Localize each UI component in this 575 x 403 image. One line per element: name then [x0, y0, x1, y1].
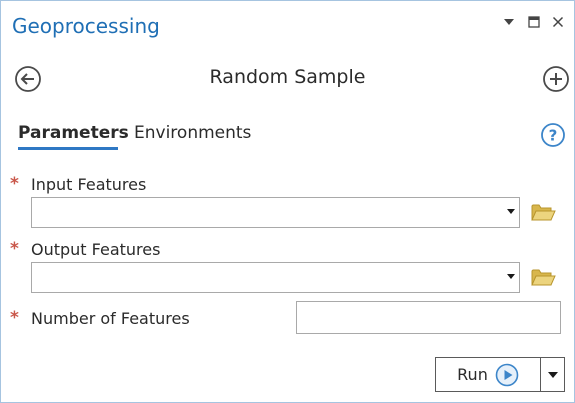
folder-icon[interactable]: [530, 266, 556, 288]
active-tab-indicator: [18, 147, 118, 150]
play-icon: [495, 363, 519, 386]
pane-title: Geoprocessing: [12, 14, 160, 38]
close-icon: [552, 16, 564, 28]
run-button[interactable]: Run: [436, 358, 540, 391]
help-icon[interactable]: ?: [540, 122, 566, 148]
dropdown-arrow-icon: [507, 209, 515, 214]
folder-icon[interactable]: [530, 201, 556, 223]
tool-title: Random Sample: [209, 66, 366, 88]
required-marker: *: [10, 174, 19, 194]
chevron-down-icon: [504, 19, 514, 25]
required-marker: *: [10, 239, 19, 259]
maximize-button[interactable]: [525, 13, 543, 31]
close-button[interactable]: [549, 13, 567, 31]
number-of-features-label: Number of Features: [31, 309, 190, 328]
tab-environments[interactable]: Environments: [134, 123, 251, 143]
dropdown-arrow-icon: [548, 372, 558, 378]
required-marker: *: [10, 308, 19, 328]
tab-parameters[interactable]: Parameters: [18, 123, 129, 143]
run-options-dropdown[interactable]: [541, 358, 564, 391]
output-features-combo[interactable]: [31, 262, 520, 293]
svg-text:?: ?: [549, 127, 558, 145]
input-features-label: Input Features: [31, 175, 147, 194]
number-of-features-input[interactable]: [296, 301, 561, 334]
maximize-icon: [528, 16, 540, 28]
dropdown-arrow-icon: [507, 274, 515, 279]
back-arrow-icon[interactable]: [14, 65, 42, 93]
pane-menu-button[interactable]: [500, 13, 518, 31]
geoprocessing-pane: Geoprocessing Random Sample Parameters E…: [0, 0, 575, 403]
output-features-label: Output Features: [31, 240, 161, 259]
add-circle-icon[interactable]: [542, 65, 570, 93]
run-label: Run: [457, 365, 488, 384]
input-features-combo[interactable]: [31, 197, 520, 228]
run-split-button: Run: [435, 357, 565, 392]
